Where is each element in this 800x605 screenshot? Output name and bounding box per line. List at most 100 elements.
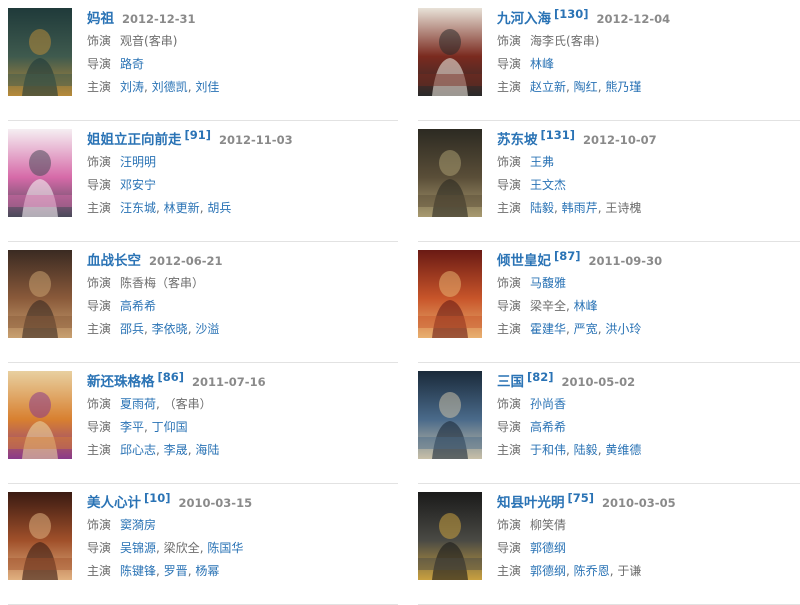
person-link[interactable]: 王弗 — [530, 155, 554, 169]
person-link[interactable]: 胡兵 — [207, 201, 231, 215]
person-link[interactable]: 马馥雅 — [530, 276, 566, 290]
person-link[interactable]: 沙溢 — [195, 322, 219, 336]
person-link[interactable]: 陶红 — [574, 80, 598, 94]
drama-title-link[interactable]: 姐姐立正向前走 — [87, 132, 182, 148]
drama-title-link[interactable]: 三国 — [497, 374, 524, 390]
episode-count[interactable]: [86] — [158, 370, 185, 384]
poster-icon[interactable] — [418, 371, 482, 459]
cast-label: 主演 — [87, 564, 112, 578]
person-link[interactable]: 洪小玲 — [605, 322, 641, 336]
person-link[interactable]: 林峰 — [574, 299, 598, 313]
air-date: 2010-03-15 — [178, 496, 253, 510]
episode-count[interactable]: [87] — [554, 249, 581, 263]
person-link[interactable]: 邵兵 — [120, 322, 144, 336]
poster-icon[interactable] — [418, 8, 482, 96]
person-link[interactable]: 刘佳 — [195, 80, 219, 94]
person-link[interactable]: 孙尚香 — [530, 397, 566, 411]
poster-art — [8, 8, 72, 96]
person-link[interactable]: 于和伟 — [530, 443, 566, 457]
cast-row: 主演 邱心志, 李晟, 海陆 — [87, 439, 398, 462]
episode-count[interactable]: [131] — [541, 128, 576, 142]
person-link[interactable]: 刘涛 — [120, 80, 144, 94]
director-row: 导演 高希希 — [87, 295, 398, 318]
title-line: 姐姐立正向前走 [91] 2012-11-03 — [87, 128, 398, 150]
poster-icon[interactable] — [418, 129, 482, 217]
director-label: 导演 — [87, 299, 112, 313]
poster-icon[interactable] — [8, 129, 72, 217]
director-row: 导演 梁辛全, 林峰 — [497, 295, 800, 318]
director-row: 导演 高希希 — [497, 416, 800, 439]
poster-art — [8, 129, 72, 217]
person-link[interactable]: 陈键锋 — [120, 564, 156, 578]
director-label: 导演 — [497, 299, 522, 313]
cast-row: 主演 赵立新, 陶红, 熊乃瑾 — [497, 76, 800, 99]
person-link[interactable]: 罗晋 — [164, 564, 188, 578]
drama-title-link[interactable]: 苏东坡 — [497, 132, 538, 148]
poster-icon[interactable] — [8, 250, 72, 338]
person-link[interactable]: 刘德凯 — [152, 80, 188, 94]
person-link[interactable]: 李晟 — [164, 443, 188, 457]
entry-info: 知县叶光明 [75] 2010-03-05 饰演 柳笑倩 导演 郭德纲 主演 郭德纲, 陈乔恩,… — [497, 491, 800, 583]
person-link[interactable]: 王文杰 — [530, 178, 566, 192]
drama-title-link[interactable]: 妈祖 — [87, 11, 114, 27]
person-link[interactable]: 陆毅 — [530, 201, 554, 215]
person-link[interactable]: 陈国华 — [207, 541, 243, 555]
person-link[interactable]: 郭德纲 — [530, 541, 566, 555]
drama-title-link[interactable]: 美人心计 — [87, 495, 141, 511]
poster-icon[interactable] — [418, 492, 482, 580]
entry-info: 倾世皇妃 [87] 2011-09-30 饰演 马馥雅 导演 梁辛全, 林峰 主演 霍建华, 严… — [497, 249, 800, 341]
director-row: 导演 郭德纲 — [497, 537, 800, 560]
episode-count[interactable]: [75] — [568, 491, 595, 505]
drama-entry: 三国 [82] 2010-05-02 饰演 孙尚香 导演 高希希 主演 于和伟, 陆毅, 黄维德 — [418, 363, 800, 484]
role-label: 饰演 — [497, 397, 522, 411]
episode-count[interactable]: [91] — [185, 128, 212, 142]
role-row: 饰演 王弗 — [497, 151, 800, 174]
person-link[interactable]: 窦漪房 — [120, 518, 156, 532]
poster-icon[interactable] — [8, 492, 72, 580]
person-link[interactable]: 杨幂 — [195, 564, 219, 578]
person-link[interactable]: 邱心志 — [120, 443, 156, 457]
poster-icon[interactable] — [8, 8, 72, 96]
person-link[interactable]: 郭德纲 — [530, 564, 566, 578]
person-link[interactable]: 林峰 — [530, 57, 554, 71]
episode-count[interactable]: [130] — [554, 7, 589, 21]
drama-title-link[interactable]: 新还珠格格 — [87, 374, 155, 390]
director-label: 导演 — [497, 420, 522, 434]
drama-title-link[interactable]: 倾世皇妃 — [497, 253, 551, 269]
air-date: 2011-09-30 — [588, 254, 663, 268]
person-link[interactable]: 吴锦源 — [120, 541, 156, 555]
person-link[interactable]: 汪明明 — [120, 155, 156, 169]
episode-count[interactable]: [82] — [527, 370, 554, 384]
person-link[interactable]: 夏雨荷 — [120, 397, 156, 411]
person-link[interactable]: 黄维德 — [605, 443, 641, 457]
poster-icon[interactable] — [8, 371, 72, 459]
cast-row: 主演 汪东城, 林更新, 胡兵 — [87, 197, 398, 220]
poster-icon[interactable] — [418, 250, 482, 338]
person-link[interactable]: 赵立新 — [530, 80, 566, 94]
person-link[interactable]: 李平 — [120, 420, 144, 434]
poster-art — [418, 8, 482, 96]
person-link[interactable]: 陈乔恩 — [574, 564, 610, 578]
director-label: 导演 — [87, 57, 112, 71]
person-link[interactable]: 熊乃瑾 — [605, 80, 641, 94]
poster-art — [418, 250, 482, 338]
drama-title-link[interactable]: 血战长空 — [87, 253, 141, 269]
person-link[interactable]: 邓安宁 — [120, 178, 156, 192]
person-link[interactable]: 李依晓 — [152, 322, 188, 336]
person-link[interactable]: 高希希 — [530, 420, 566, 434]
person-link[interactable]: 林更新 — [164, 201, 200, 215]
drama-title-link[interactable]: 知县叶光明 — [497, 495, 565, 511]
drama-title-link[interactable]: 九河入海 — [497, 11, 551, 27]
person-link[interactable]: 霍建华 — [530, 322, 566, 336]
episode-count[interactable]: [10] — [144, 491, 171, 505]
person-link[interactable]: 陆毅 — [574, 443, 598, 457]
person-link[interactable]: 汪东城 — [120, 201, 156, 215]
person-link[interactable]: 海陆 — [195, 443, 219, 457]
person-link[interactable]: 韩雨芹 — [562, 201, 598, 215]
person-link[interactable]: 路奇 — [120, 57, 144, 71]
cast-label: 主演 — [497, 80, 522, 94]
person-link[interactable]: 丁仰国 — [152, 420, 188, 434]
person-link[interactable]: 严宽 — [574, 322, 598, 336]
poster-art — [418, 371, 482, 459]
person-link[interactable]: 高希希 — [120, 299, 156, 313]
